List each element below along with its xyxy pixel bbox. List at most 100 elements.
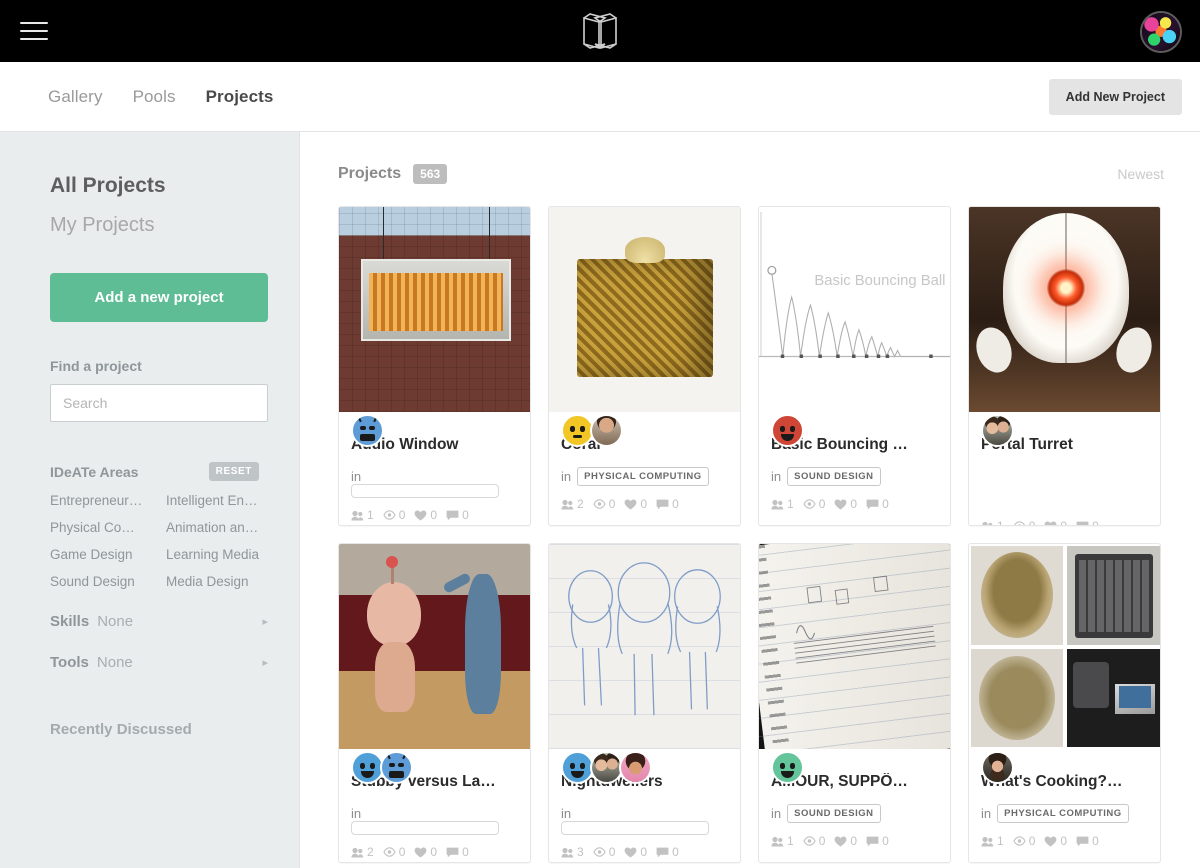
main-content: Projects 563 Newest (300, 132, 1200, 868)
stat-views: 0 (803, 834, 826, 848)
stat-likes-value: 0 (850, 497, 857, 511)
project-card-body: What's Cooking?… in PHYSICAL COMPUTING 1… (969, 773, 1160, 848)
area-item-game-design[interactable]: Game Design (50, 547, 166, 562)
sidebar-item-all-projects[interactable]: All Projects (50, 174, 259, 198)
project-thumbnail (759, 544, 950, 749)
area-item-entrepreneurship[interactable]: Entrepreneur… (50, 493, 166, 508)
people-icon (561, 499, 574, 510)
project-tag[interactable]: SOUND DESIGN (787, 467, 880, 486)
stat-members-value: 1 (997, 519, 1004, 526)
eye-icon (593, 499, 606, 509)
reset-button[interactable]: RESET (209, 462, 259, 481)
project-thumbnail (549, 207, 740, 412)
area-item-animation[interactable]: Animation an… (166, 520, 282, 535)
heart-icon (414, 847, 427, 858)
sidebar-item-my-projects[interactable]: My Projects (50, 214, 259, 237)
stat-views-value: 0 (609, 845, 616, 859)
nav-link-pools[interactable]: Pools (133, 87, 176, 107)
stat-members-value: 2 (367, 845, 374, 859)
project-tag-row: in PHYSICAL COMPUTING (561, 465, 728, 487)
project-tag[interactable]: PHYSICAL COMPUTING (997, 804, 1129, 823)
isometric-box-logo[interactable] (578, 10, 622, 52)
project-thumbnail (339, 207, 530, 412)
filter-tools[interactable]: Tools None ▸ (50, 654, 268, 671)
filter-skills[interactable]: Skills None ▸ (50, 613, 268, 630)
photo-avatar[interactable] (981, 751, 1014, 784)
project-card[interactable]: Coral in PHYSICAL COMPUTING 2 0 (548, 206, 741, 526)
area-item-media-design[interactable]: Media Design (166, 574, 282, 589)
project-card[interactable]: Basic Bouncing Ball Basic Bouncing … in … (758, 206, 951, 526)
project-card[interactable]: Portal Turret 1 0 0 (968, 206, 1161, 526)
stat-members-value: 1 (787, 497, 794, 511)
add-a-new-project-button[interactable]: Add a new project (50, 273, 268, 322)
stat-members-value: 2 (577, 497, 584, 511)
hamburger-icon[interactable] (20, 20, 48, 42)
stat-comments-value: 0 (882, 497, 889, 511)
stat-views: 0 (593, 845, 616, 859)
project-thumbnail (969, 544, 1160, 749)
project-stats: 2 0 0 0 (351, 845, 518, 859)
project-thumbnail (969, 207, 1160, 412)
stat-likes: 0 (414, 845, 437, 859)
project-card-body: Basic Bouncing … in SOUND DESIGN 1 0 (759, 436, 950, 511)
area-item-physical-computing[interactable]: Physical Co… (50, 520, 166, 535)
stat-comments: 0 (446, 845, 469, 859)
thumbnail-caption: Basic Bouncing Ball (814, 273, 945, 289)
stat-views-value: 0 (1029, 519, 1036, 526)
eye-icon (383, 847, 396, 857)
add-new-project-button[interactable]: Add New Project (1049, 79, 1182, 115)
project-card[interactable]: AMOUR, SUPPÔ… in SOUND DESIGN 1 0 (758, 543, 951, 863)
stat-members: 1 (771, 497, 794, 511)
avatar[interactable] (1140, 11, 1182, 53)
photo-avatar[interactable] (590, 414, 623, 447)
in-label: in (561, 469, 571, 484)
people-icon (771, 499, 784, 510)
page-layout: All Projects My Projects Add a new proje… (0, 132, 1200, 868)
robot-avatar-icon[interactable] (351, 414, 384, 447)
project-card[interactable]: Stubby versus La… in 2 0 (338, 543, 531, 863)
eye-icon (1013, 521, 1026, 526)
nav-link-gallery[interactable]: Gallery (48, 87, 103, 107)
stat-likes: 0 (414, 508, 437, 522)
people-icon (561, 847, 574, 858)
project-contributors (981, 751, 1010, 784)
search-input[interactable] (50, 384, 268, 422)
heart-icon (834, 836, 847, 847)
smiley-avatar-icon[interactable] (771, 414, 804, 447)
in-label: in (351, 806, 361, 821)
project-card[interactable]: Nightdwellers in 3 0 (548, 543, 741, 863)
stat-members: 1 (981, 519, 1004, 526)
stat-likes: 0 (624, 845, 647, 859)
smiley-avatar-icon[interactable] (771, 751, 804, 784)
stat-likes: 0 (834, 497, 857, 511)
stat-likes: 0 (834, 834, 857, 848)
sort-selector[interactable]: Newest (1117, 166, 1164, 182)
heart-icon (834, 499, 847, 510)
robot-avatar-icon[interactable] (380, 751, 413, 784)
stat-members: 1 (981, 834, 1004, 848)
nav-link-projects[interactable]: Projects (206, 87, 274, 107)
project-card[interactable]: What's Cooking?… in PHYSICAL COMPUTING 1… (968, 543, 1161, 863)
comment-icon (1076, 521, 1089, 527)
project-tag[interactable]: SOUND DESIGN (787, 804, 880, 823)
photo-avatar[interactable] (981, 414, 1014, 447)
area-item-intelligent-environments[interactable]: Intelligent En… (166, 493, 282, 508)
project-stats: 2 0 0 0 (561, 497, 728, 511)
stat-views: 0 (1013, 834, 1036, 848)
recently-discussed-label: Recently Discussed (50, 721, 259, 738)
in-label: in (771, 806, 781, 821)
project-tag[interactable]: PHYSICAL COMPUTING (577, 467, 709, 486)
project-contributors (561, 414, 619, 447)
area-item-learning-media[interactable]: Learning Media (166, 547, 282, 562)
project-tag-clipped (351, 484, 499, 498)
stat-likes-value: 0 (430, 845, 437, 859)
heart-icon (414, 510, 427, 521)
photo-avatar[interactable] (619, 751, 652, 784)
comment-icon (446, 847, 459, 858)
area-item-sound-design[interactable]: Sound Design (50, 574, 166, 589)
comment-icon (656, 847, 669, 858)
project-card[interactable]: Audio Window in 1 0 (338, 206, 531, 526)
project-card-body: Stubby versus La… in 2 0 (339, 773, 530, 859)
comment-icon (866, 836, 879, 847)
project-card-body: Coral in PHYSICAL COMPUTING 2 0 (549, 436, 740, 511)
